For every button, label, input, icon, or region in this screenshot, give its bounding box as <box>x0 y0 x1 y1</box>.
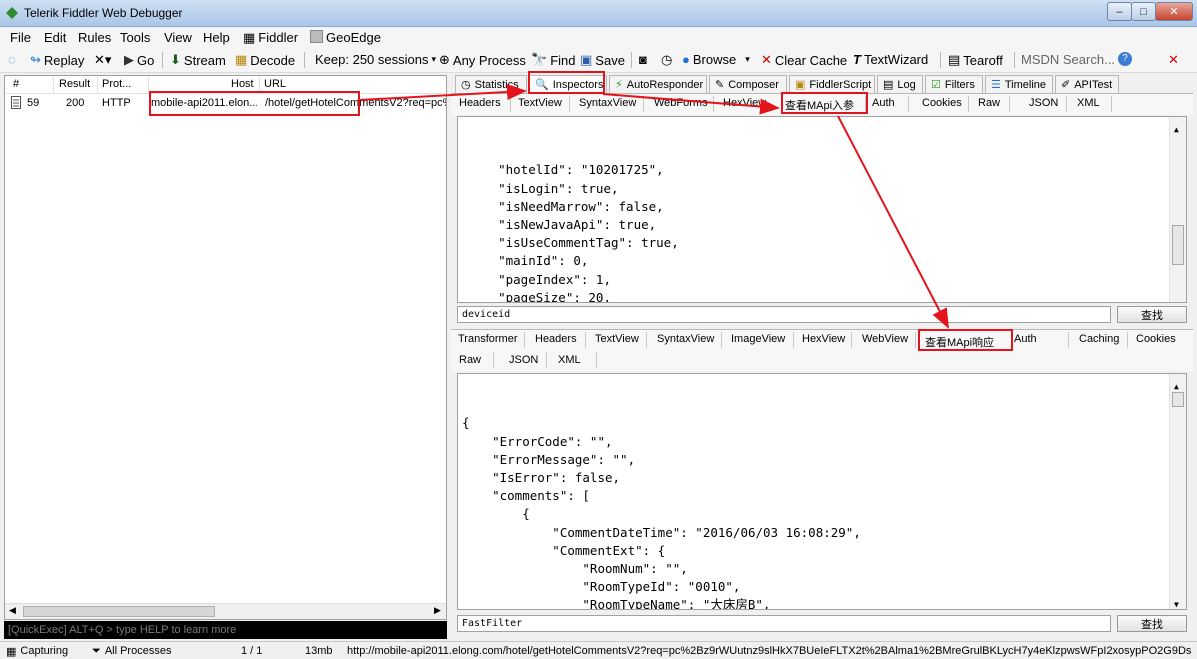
arrow-session-to-inspectors <box>359 83 527 101</box>
arrow-params-to-response <box>837 115 949 329</box>
annotation-arrows <box>359 83 949 329</box>
arrow-inspectors-to-mapi-params <box>602 93 780 115</box>
